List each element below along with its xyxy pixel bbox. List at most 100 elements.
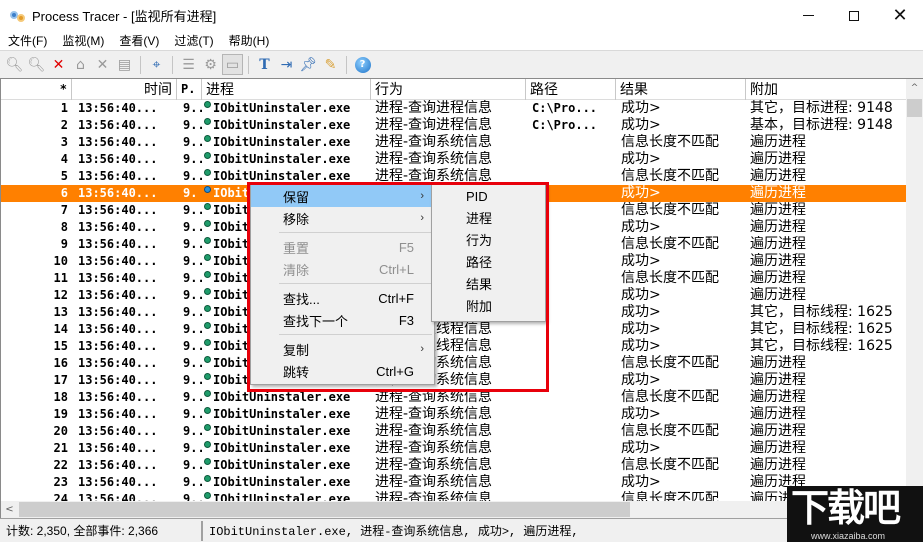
table-row[interactable]: 1713:56:40...9..IObitUninstaler.exe进程-查询… [1,372,907,389]
table-row[interactable]: 24 13:56:40... 9.. IObitUninstaler.exe 进程-查询… [1,491,907,501]
cell-operation: 进程-查询系统信息 [375,491,493,501]
minimize-button[interactable] [785,0,831,31]
table-row[interactable]: 2 13:56:40... 9.. IObitUninstaler.exe 进程-查询进… [1,117,907,134]
cell-detail: 遍历进程 [750,236,806,252]
cell-detail: 遍历进程 [750,219,806,235]
context-menu-item[interactable]: 移除 › [251,207,434,229]
context-menu-item[interactable]: 查找... Ctrl+F [251,287,434,309]
menu-item-2[interactable]: 查看(V) [119,32,159,49]
table-row[interactable]: 19 13:56:40... 9.. IObitUninstaler.exe 进程-查询… [1,406,907,423]
cell-process: IObitUninstaler.exe [202,117,371,134]
header-path[interactable]: 路径 [526,79,616,100]
cell-detail: 遍历进程 [750,270,806,286]
table-row[interactable]: 1413:56:40...9..IObitUninstaler.exe线程-设置… [1,321,907,338]
cell-pid: 9.. [183,407,202,421]
cell-seq: 5 [60,169,68,183]
menu-item-4[interactable]: 帮助(H) [229,32,270,49]
table-row[interactable]: 1 13:56:40... 9.. IObitUninstaler.exe 进程-查询进… [1,100,907,117]
header-process[interactable]: 进程 [202,79,371,100]
cell-seq: 10 [53,254,68,268]
process-icon [204,203,211,210]
horizontal-scrollbar[interactable]: < [0,501,906,518]
process-icon [204,135,211,142]
cell-seq: 7 [60,203,68,217]
table-row[interactable]: 20 13:56:40... 9.. IObitUninstaler.exe 进程-查询… [1,423,907,440]
undo-icon[interactable]: ⌂ [70,54,91,75]
context-menu-item[interactable]: 保留 › [251,185,434,207]
context-menu-item[interactable]: 跳转 Ctrl+G [251,360,434,382]
submenu-item[interactable]: 行为 [432,230,545,252]
table-row[interactable]: 1613:56:40...9..IObitUninstaler.exe进程-查询… [1,355,907,372]
cell-detail: 遍历进程 [750,457,806,473]
cell-process: IObitUninstaler.exe [202,440,371,457]
header-time[interactable]: 时间 [72,79,177,100]
save-icon[interactable]: ▤ [114,54,135,75]
submenu-item[interactable]: 结果 [432,274,545,296]
submenu-item[interactable]: 附加 [432,296,545,318]
process-icon [204,305,211,312]
table-row[interactable]: 22 13:56:40... 9.. IObitUninstaler.exe 进程-查询… [1,457,907,474]
settings-icon[interactable]: ⚙ [200,54,221,75]
submenu-item[interactable]: PID [432,186,545,208]
submenu-item[interactable]: 进程 [432,208,545,230]
zoom-in-icon[interactable]: 🔍︎ [4,54,25,75]
vertical-scroll-thumb[interactable] [907,99,922,117]
cell-result: 成功> [621,287,661,303]
cell-process: IObitUninstaler.exe [202,389,371,406]
clear-zoom-icon[interactable]: ✕ [48,54,69,75]
filter-icon[interactable]: ☰ [178,54,199,75]
cell-result: 成功> [621,253,661,269]
maximize-button[interactable] [831,0,877,31]
horizontal-scroll-thumb[interactable] [19,502,630,517]
console-icon[interactable]: ▭ [222,54,243,75]
table-row[interactable]: 3 13:56:40... 9.. IObitUninstaler.exe 进程-查询系… [1,134,907,151]
process-icon [204,101,211,108]
scroll-up-icon[interactable]: ^ [906,79,923,96]
header-result[interactable]: 结果 [616,79,746,100]
header-detail[interactable]: 附加 [746,79,907,100]
cell-result: 成功> [621,406,661,422]
indent-icon[interactable]: ⇥ [276,54,297,75]
help-button[interactable]: ? [352,54,373,75]
table-row[interactable]: 4 13:56:40... 9.. IObitUninstaler.exe 进程-查询系… [1,151,907,168]
process-icon [204,407,211,414]
header-pid[interactable]: P. [177,79,202,100]
cell-time: 13:56:40... [78,424,158,438]
menu-item-0[interactable]: 文件(F) [8,32,47,49]
delete-icon[interactable]: ✕ [92,54,113,75]
context-menu-item: 清除 Ctrl+L [251,258,434,280]
cell-pid: 9.. [183,475,202,489]
header-operation[interactable]: 行为 [371,79,526,100]
scroll-left-icon[interactable]: < [1,501,18,518]
cell-result: 成功> [621,117,661,133]
table-row[interactable]: 5 13:56:40... 9.. IObitUninstaler.exe 进程-查询系… [1,168,907,185]
font-icon[interactable]: T [254,54,275,75]
menu-item-3[interactable]: 过滤(T) [174,32,213,49]
table-row[interactable]: 21 13:56:40... 9.. IObitUninstaler.exe 进程-查询… [1,440,907,457]
header-seq[interactable]: * [1,79,72,100]
submenu-item[interactable]: 路径 [432,252,545,274]
menu-item-1[interactable]: 监视(M) [62,32,104,49]
cell-detail: 遍历进程 [750,440,806,456]
menu-separator [279,232,432,233]
table-row[interactable]: 18 13:56:40... 9.. IObitUninstaler.exe 进程-查询… [1,389,907,406]
process-icon [204,322,211,329]
context-menu-item[interactable]: 复制 › [251,338,434,360]
cell-result: 成功> [621,219,661,235]
cell-time: 13:56:40... [78,254,158,268]
cell-path [526,491,616,501]
cell-time: 13:56:40... [78,118,158,132]
close-button[interactable]: ✕ [877,0,923,31]
pin-icon[interactable]: 📌︎ [298,54,319,75]
tool-icon[interactable]: ✎ [320,54,341,75]
cell-detail: 其它，目标进程: 9148 [750,100,893,116]
find-icon[interactable]: ⌖ [146,54,167,75]
process-icon [204,441,211,448]
table-row[interactable]: 23 13:56:40... 9.. IObitUninstaler.exe 进程-查询… [1,474,907,491]
context-menu-item[interactable]: 查找下一个 F3 [251,309,434,331]
cell-operation: 进程-查询系统信息 [375,457,493,473]
vertical-scrollbar[interactable]: ^ [906,79,923,501]
table-row[interactable]: 1513:56:40...9..IObitUninstaler.exe线程-设置… [1,338,907,355]
zoom-out-icon[interactable]: 🔍︎ [26,54,47,75]
menu-item-label: 查找... [283,291,320,307]
